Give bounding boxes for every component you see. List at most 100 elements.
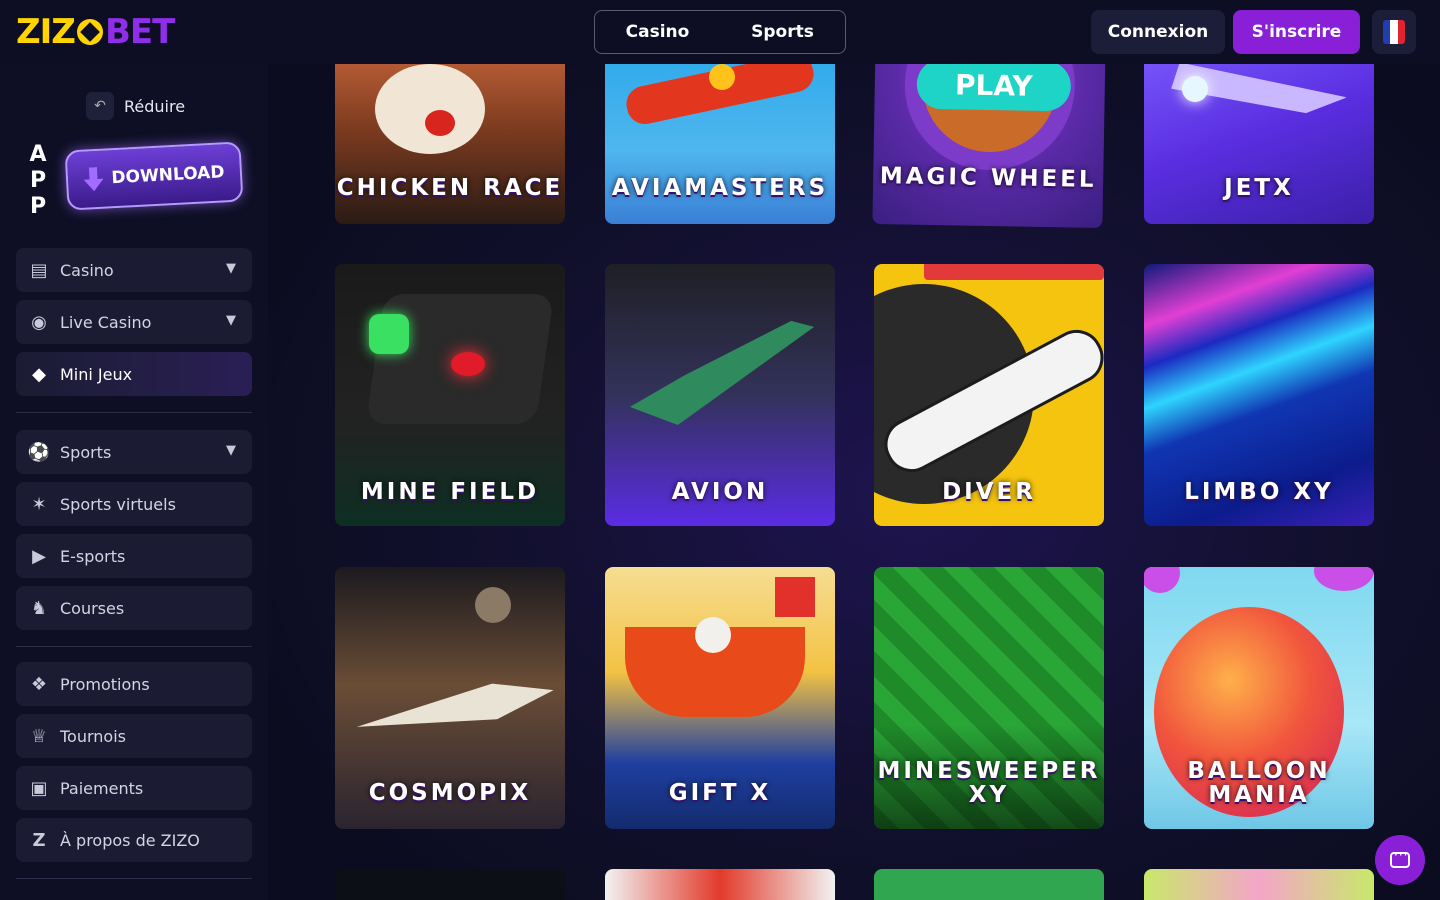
game-title: AVIAMASTERS <box>611 175 829 201</box>
sidebar-item-paiements[interactable]: ▣ Paiements <box>16 766 252 810</box>
logo-text-left: ZIZ <box>16 12 76 52</box>
sidebar-item-label: E-sports <box>60 546 126 566</box>
sidebar-divider <box>16 878 252 879</box>
sidebar-item-tournois[interactable]: ♕ Tournois <box>16 714 252 758</box>
coin-illustration <box>709 64 735 90</box>
game-tile-balloon-mania[interactable]: BALLOON MANIA <box>1144 567 1374 829</box>
game-tile-cosmopix[interactable]: COSMOPIX <box>335 567 565 829</box>
game-title: AVION <box>671 479 769 505</box>
sidebar-item-label: Casino <box>60 260 114 280</box>
moon-illustration <box>475 587 511 623</box>
sidebar-item-label: Paiements <box>60 778 144 798</box>
sidebar-item-mini-jeux[interactable]: ◆ Mini Jeux <box>16 352 252 396</box>
sidebar-item-sports[interactable]: ⚽ Sports ▼ <box>16 430 252 474</box>
game-tile-gift-x[interactable]: GIFT X <box>605 567 835 829</box>
sidebar-item-label: Mini Jeux <box>60 364 133 384</box>
game-tile-aviamasters[interactable]: AVIAMASTERS <box>605 40 835 224</box>
small-balloon <box>1144 567 1180 593</box>
sidebar-item-sports-virtuels[interactable]: ✶ Sports virtuels <box>16 482 252 526</box>
spaceship-illustration <box>352 663 558 750</box>
game-tile-row4[interactable] <box>335 869 565 900</box>
app-vertical-label: A P P <box>28 142 48 220</box>
sidebar-item-a-propos[interactable]: Z À propos de ZIZO <box>16 818 252 862</box>
chevron-down-icon: ▼ <box>226 313 236 328</box>
collapse-label: Réduire <box>124 96 186 116</box>
sidebar-item-promotions[interactable]: ❖ Promotions <box>16 662 252 706</box>
download-app-button[interactable]: DOWNLOAD <box>64 141 244 211</box>
zizo-logo-icon: Z <box>32 829 46 851</box>
game-title: MINESWEEPER <box>877 758 1101 784</box>
game-tile-avion[interactable]: AVION <box>605 264 835 526</box>
flag-fr-icon <box>1383 20 1405 44</box>
game-grid: CHICKEN RACE AVIAMASTERS PLAY MAGIC WHEE… <box>268 0 1440 900</box>
jet-flame <box>1182 76 1208 102</box>
game-tile-jetx[interactable]: JETX <box>1144 40 1374 224</box>
game-title-line2: XY <box>968 782 1010 808</box>
trophy-icon: ♕ <box>30 725 48 747</box>
collapse-sidebar-button[interactable]: ↶ Réduire <box>86 92 185 120</box>
game-tile-chicken-race[interactable]: CHICKEN RACE <box>335 40 565 224</box>
sidebar-item-label: À propos de ZIZO <box>60 830 200 850</box>
game-tile-diver[interactable]: DIVER <box>874 264 1104 526</box>
diamond-icon: ◆ <box>32 363 46 385</box>
sidebar-item-label: Promotions <box>60 674 150 694</box>
virtual-sports-icon: ✶ <box>31 493 47 515</box>
nav-casino[interactable]: Casino <box>595 22 720 42</box>
santa-illustration <box>695 617 731 653</box>
sidebar-item-courses[interactable]: ♞ Courses <box>16 586 252 630</box>
play-icon: ▶ <box>32 545 46 567</box>
small-balloon <box>1314 567 1374 591</box>
sidebar-item-casino[interactable]: ▤ Casino ▼ <box>16 248 252 292</box>
live-chat-button[interactable] <box>1375 835 1425 885</box>
multiplier-bar <box>924 264 1104 280</box>
top-header: ZIZ BET Casino Sports Connexion S'inscri… <box>0 0 1440 64</box>
chevron-down-icon: ▼ <box>226 443 236 458</box>
zizobet-logo[interactable]: ZIZ BET <box>16 12 175 52</box>
sidebar-item-label: Live Casino <box>60 312 152 332</box>
login-button[interactable]: Connexion <box>1091 10 1225 54</box>
game-tile-row4[interactable] <box>874 869 1104 900</box>
wallet-icon: ▣ <box>30 777 48 799</box>
sidebar-item-esports[interactable]: ▶ E-sports <box>16 534 252 578</box>
megaphone-icon: ❖ <box>30 673 48 695</box>
slot-machine-icon: ▤ <box>30 259 48 281</box>
game-tile-mine-field[interactable]: MINE FIELD <box>335 264 565 526</box>
language-button[interactable] <box>1372 10 1416 54</box>
sidebar-item-label: Tournois <box>60 726 126 746</box>
sidebar-item-label: Sports virtuels <box>60 494 176 514</box>
sidebar-item-label: Sports <box>60 442 112 462</box>
game-tile-minesweeper-xy[interactable]: MINESWEEPER XY <box>874 567 1104 829</box>
sidebar-item-label: Courses <box>60 598 125 618</box>
game-title-line2: MANIA <box>1208 782 1310 808</box>
game-tile-magic-wheel[interactable]: PLAY MAGIC WHEEL <box>872 38 1106 228</box>
app-letter: P <box>29 194 47 219</box>
game-tile-limbo-xy[interactable]: LIMBO XY <box>1144 264 1374 526</box>
logo-text-right: BET <box>104 12 175 52</box>
chicken-comb <box>425 110 455 136</box>
horse-icon: ♞ <box>30 597 48 619</box>
game-title: CHICKEN RACE <box>336 175 564 201</box>
sidebar: ↶ Réduire A P P DOWNLOAD ▤ Casino ▼ ◉ Li… <box>0 64 268 900</box>
game-tile-row4[interactable] <box>605 869 835 900</box>
plane-illustration <box>620 315 830 438</box>
game-title: MAGIC WHEEL <box>879 163 1097 193</box>
main-nav-switch: Casino Sports <box>594 10 846 54</box>
sidebar-divider <box>16 412 252 413</box>
game-title: GIFT X <box>668 780 772 806</box>
game-title: JETX <box>1224 175 1294 201</box>
signup-button[interactable]: S'inscrire <box>1233 10 1360 54</box>
chevron-down-icon: ▼ <box>226 261 236 276</box>
sidebar-item-live-casino[interactable]: ◉ Live Casino ▼ <box>16 300 252 344</box>
red-mine <box>451 352 485 376</box>
download-arrow-icon <box>83 167 104 192</box>
logo-coin-icon <box>76 19 103 45</box>
game-tile-row4[interactable] <box>1144 869 1374 900</box>
game-title: BALLOON <box>1187 758 1331 784</box>
download-label: DOWNLOAD <box>111 162 225 189</box>
sidebar-divider <box>16 646 252 647</box>
app-letter: P <box>29 168 47 193</box>
chat-icon <box>1390 848 1410 868</box>
app-letter: A <box>29 142 47 167</box>
nav-sports[interactable]: Sports <box>720 22 845 42</box>
game-title: DIVER <box>942 479 1036 505</box>
